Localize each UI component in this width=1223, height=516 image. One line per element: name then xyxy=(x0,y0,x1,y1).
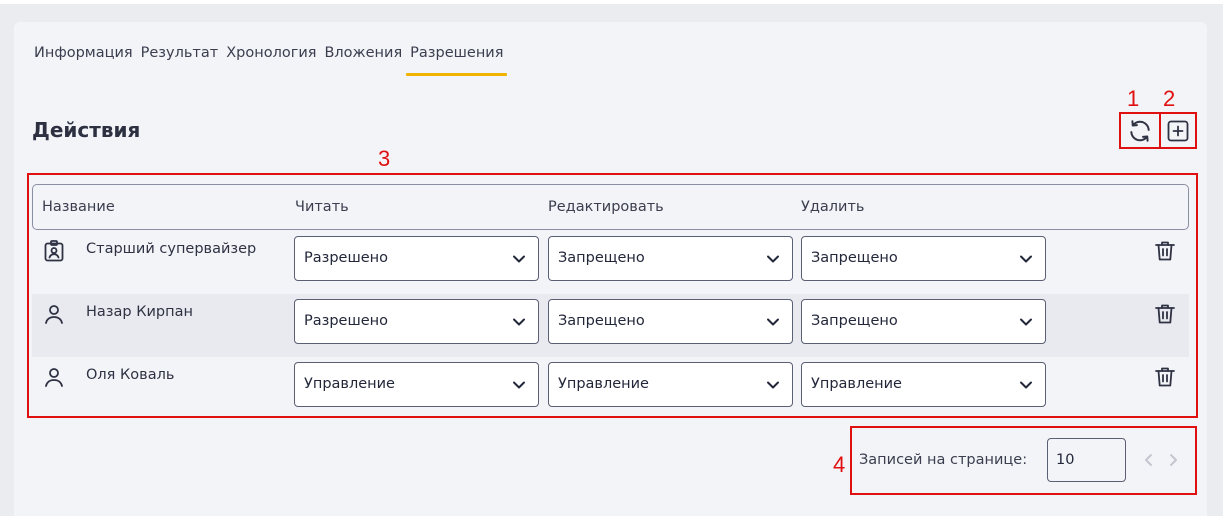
chevron-left-icon[interactable] xyxy=(1142,452,1156,468)
page-size-input[interactable]: 10 xyxy=(1047,438,1126,482)
select-value: Запрещено xyxy=(558,250,645,266)
row-name: Назар Кирпан xyxy=(86,304,193,320)
chevron-down-icon xyxy=(1020,381,1032,389)
read-permission-select[interactable]: Разрешено xyxy=(294,236,539,281)
chevron-down-icon xyxy=(767,255,779,263)
select-value: Запрещено xyxy=(558,313,645,329)
add-button[interactable] xyxy=(1163,117,1193,145)
column-header-edit: Редактировать xyxy=(548,199,664,215)
select-value: Запрещено xyxy=(811,250,898,266)
table-header: Название Читать Редактировать Удалить xyxy=(32,184,1189,230)
page-size-label: Записей на странице: xyxy=(859,452,1028,468)
select-value: Разрешено xyxy=(304,250,389,266)
table-row: Назар Кирпан Разрешено Запрещено Запреще… xyxy=(32,294,1189,357)
permissions-card: Информация Результат Хронология Вложения… xyxy=(14,22,1207,516)
annotation-label-4: 4 xyxy=(833,452,846,477)
trash-icon[interactable] xyxy=(1153,365,1177,389)
chevron-down-icon xyxy=(767,318,779,326)
refresh-icon xyxy=(1130,120,1150,142)
refresh-button[interactable] xyxy=(1125,117,1155,145)
trash-icon[interactable] xyxy=(1153,239,1177,263)
tab-permissions[interactable]: Разрешения xyxy=(406,44,508,76)
read-permission-select[interactable]: Управление xyxy=(294,362,539,407)
badge-icon xyxy=(44,240,64,262)
annotation-label-2: 2 xyxy=(1163,86,1176,111)
chevron-down-icon xyxy=(767,381,779,389)
edit-permission-select[interactable]: Запрещено xyxy=(548,236,793,281)
column-header-delete: Удалить xyxy=(801,199,865,215)
row-name: Оля Коваль xyxy=(86,367,175,383)
read-permission-select[interactable]: Разрешено xyxy=(294,299,539,344)
tab-chronology[interactable]: Хронология xyxy=(222,44,320,76)
table-row: Оля Коваль Управление Управление Управле… xyxy=(32,357,1189,420)
chevron-down-icon xyxy=(1020,255,1032,263)
tab-result[interactable]: Результат xyxy=(137,44,223,76)
delete-permission-select[interactable]: Запрещено xyxy=(801,236,1046,281)
top-strip xyxy=(0,0,1223,4)
row-name: Старший супервайзер xyxy=(86,241,257,257)
chevron-down-icon xyxy=(513,381,525,389)
edit-permission-select[interactable]: Управление xyxy=(548,362,793,407)
delete-permission-select[interactable]: Запрещено xyxy=(801,299,1046,344)
section-title: Действия xyxy=(32,118,141,142)
trash-icon[interactable] xyxy=(1153,302,1177,326)
tab-attachments[interactable]: Вложения xyxy=(320,44,406,76)
column-header-read: Читать xyxy=(295,199,349,215)
user-icon xyxy=(45,368,63,387)
edit-permission-select[interactable]: Запрещено xyxy=(548,299,793,344)
select-value: Запрещено xyxy=(811,313,898,329)
annotation-label-1: 1 xyxy=(1127,86,1140,111)
select-value: Управление xyxy=(558,376,649,392)
plus-square-icon xyxy=(1167,120,1189,142)
select-value: Управление xyxy=(304,376,395,392)
chevron-down-icon xyxy=(513,255,525,263)
select-value: Управление xyxy=(811,376,902,392)
annotation-label-3: 3 xyxy=(378,146,391,171)
chevron-down-icon xyxy=(513,318,525,326)
chevron-right-icon[interactable] xyxy=(1166,452,1180,468)
select-value: Разрешено xyxy=(304,313,389,329)
tab-information[interactable]: Информация xyxy=(34,44,137,76)
delete-permission-select[interactable]: Управление xyxy=(801,362,1046,407)
column-header-name: Название xyxy=(42,199,115,215)
tab-bar: Информация Результат Хронология Вложения… xyxy=(34,44,508,76)
table-row: Старший супервайзер Разрешено Запрещено … xyxy=(32,231,1189,294)
chevron-down-icon xyxy=(1020,318,1032,326)
user-icon xyxy=(45,305,63,324)
